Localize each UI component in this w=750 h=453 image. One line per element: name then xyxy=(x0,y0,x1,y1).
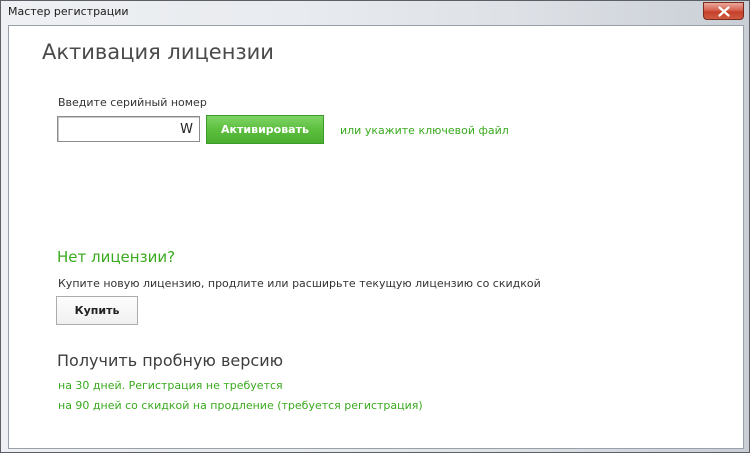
title-bar[interactable]: Мастер регистрации xyxy=(1,1,749,25)
trial-heading: Получить пробную версию xyxy=(57,351,284,370)
serial-number-label: Введите серийный номер xyxy=(58,96,207,109)
no-license-heading: Нет лицензии? xyxy=(57,248,176,266)
wizard-content: Активация лицензии Введите серийный номе… xyxy=(8,25,744,449)
activate-button[interactable]: Активировать xyxy=(206,115,324,144)
serial-number-input[interactable] xyxy=(57,116,200,142)
window-title: Мастер регистрации xyxy=(8,5,129,18)
page-title: Активация лицензии xyxy=(42,40,274,64)
close-button[interactable] xyxy=(703,2,744,20)
trial-90-days-link[interactable]: на 90 дней со скидкой на продление (треб… xyxy=(58,399,423,412)
buy-button[interactable]: Купить xyxy=(56,296,138,325)
registration-wizard-window: Мастер регистрации Активация лицензии Вв… xyxy=(0,0,750,453)
close-icon xyxy=(718,6,730,17)
key-file-link[interactable]: или укажите ключевой файл xyxy=(340,124,509,137)
trial-30-days-link[interactable]: на 30 дней. Регистрация не требуется xyxy=(58,379,283,392)
no-license-description: Купите новую лицензию, продлите или расш… xyxy=(58,277,541,290)
